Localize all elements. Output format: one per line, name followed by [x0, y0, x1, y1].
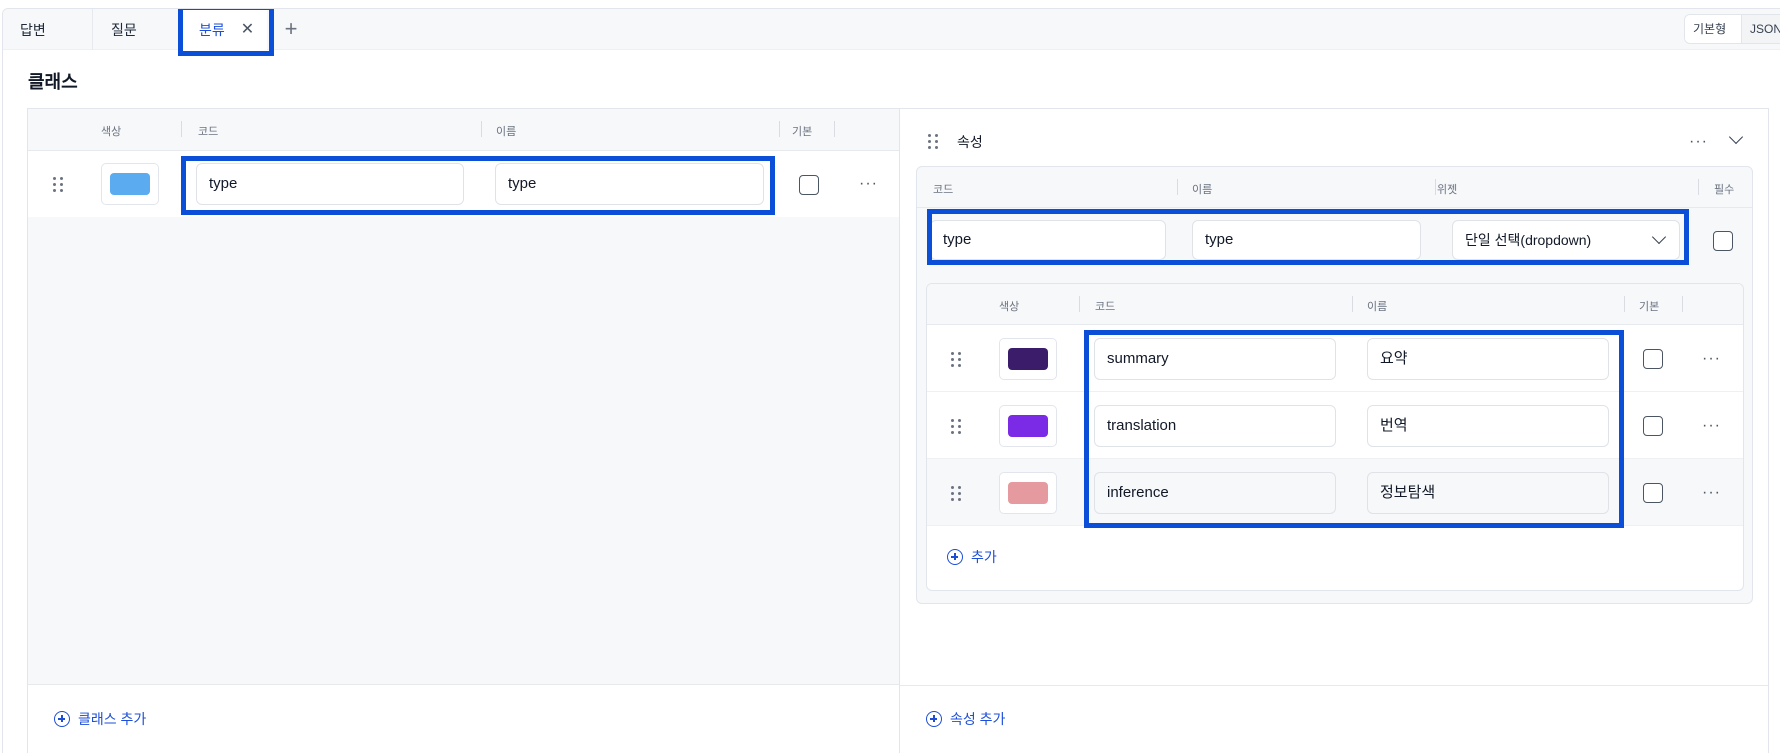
options-table: 색상 코드 이름 기본 summary 요약 ··· translation 번… [926, 283, 1744, 591]
view-option-basic[interactable]: 기본형식 [1685, 15, 1742, 43]
more-icon[interactable]: ··· [1689, 134, 1708, 150]
add-circle-icon [54, 711, 70, 727]
add-tab-icon[interactable]: + [280, 18, 302, 40]
color-picker[interactable] [999, 405, 1057, 447]
column-divider [1682, 296, 1683, 312]
attribute-title: 속성 [957, 134, 983, 150]
class-code-input[interactable]: type [196, 163, 464, 205]
default-checkbox[interactable] [1643, 349, 1663, 369]
add-option-label: 추가 [971, 549, 997, 565]
widget-select-value: 단일 선택(dropdown) [1465, 232, 1592, 248]
more-icon[interactable]: ··· [1702, 418, 1721, 434]
option-name-input[interactable]: 번역 [1367, 405, 1609, 447]
classes-panel: 색상 코드 이름 기본 type type ··· 클래스 추가 [27, 108, 899, 753]
default-checkbox[interactable] [799, 175, 819, 195]
drag-handle-icon[interactable] [53, 177, 63, 192]
column-header-default: 기본 [792, 126, 813, 138]
view-mode-toggle: 기본형식 JSON [1684, 14, 1780, 44]
tab-label: 질문 [111, 21, 137, 38]
add-circle-icon [926, 711, 942, 727]
option-code-input[interactable]: summary [1094, 338, 1336, 380]
option-row: translation 번역 ··· [927, 392, 1743, 459]
column-header-color: 색상 [999, 301, 1020, 313]
column-header-name: 이름 [496, 126, 517, 138]
option-row: inference 정보탐색 ··· [927, 459, 1743, 526]
more-icon[interactable]: ··· [1702, 351, 1721, 367]
color-picker[interactable] [999, 338, 1057, 380]
chevron-down-icon [1651, 229, 1667, 245]
column-header-code: 코드 [198, 126, 219, 138]
classes-table-header: 색상 코드 이름 기본 [28, 109, 899, 151]
tab-classification[interactable]: 분류 ✕ [179, 9, 267, 51]
add-class-label: 클래스 추가 [78, 711, 147, 727]
column-divider [834, 121, 835, 137]
class-name-input[interactable]: type [495, 163, 764, 205]
option-code-input[interactable]: inference [1094, 472, 1336, 514]
column-header-default: 기본 [1639, 301, 1660, 313]
divider [900, 685, 1768, 686]
attribute-card: 코드 이름 위젯 필수 type type 단일 선택(dropdown) 색상… [916, 166, 1753, 604]
option-code-input[interactable]: translation [1094, 405, 1336, 447]
tab-answer[interactable]: 답변 [3, 9, 93, 50]
option-name-input[interactable]: 정보탐색 [1367, 472, 1609, 514]
color-swatch [110, 173, 150, 195]
color-swatch [1008, 482, 1048, 504]
column-header-code: 코드 [933, 184, 954, 196]
column-divider [1624, 296, 1625, 312]
default-checkbox[interactable] [1643, 483, 1663, 503]
add-attribute-button[interactable]: 속성 추가 [926, 709, 1005, 729]
color-swatch [1008, 415, 1048, 437]
options-table-header: 색상 코드 이름 기본 [927, 284, 1743, 325]
more-icon[interactable]: ··· [859, 176, 878, 192]
column-divider [181, 121, 182, 137]
column-divider [1435, 179, 1436, 195]
color-swatch [1008, 348, 1048, 370]
column-header-name: 이름 [1367, 301, 1388, 313]
tab-label: 분류 [199, 22, 225, 38]
column-divider [1177, 179, 1178, 195]
column-divider [1352, 296, 1353, 312]
more-icon[interactable]: ··· [1702, 485, 1721, 501]
tab-question[interactable]: 질문 [94, 9, 179, 50]
attribute-code-input[interactable]: type [930, 220, 1166, 260]
classes-empty-area [28, 217, 899, 685]
drag-handle-icon[interactable] [951, 352, 961, 367]
drag-handle-icon[interactable] [951, 486, 961, 501]
add-circle-icon [947, 549, 963, 565]
column-header-name: 이름 [1192, 184, 1213, 196]
default-checkbox[interactable] [1643, 416, 1663, 436]
drag-handle-icon[interactable] [951, 419, 961, 434]
option-name-input[interactable]: 요약 [1367, 338, 1609, 380]
tab-label: 답변 [20, 21, 46, 38]
page-title: 클래스 [28, 72, 78, 92]
color-picker[interactable] [999, 472, 1057, 514]
column-header-required: 필수 [1714, 184, 1735, 196]
add-class-button[interactable]: 클래스 추가 [54, 709, 146, 729]
drag-handle-icon[interactable] [928, 134, 938, 149]
attributes-panel: 속성 ··· 코드 이름 위젯 필수 type type 단일 선택(dropd… [899, 108, 1769, 753]
add-attribute-label: 속성 추가 [950, 711, 1006, 727]
add-option-button[interactable]: 추가 [947, 547, 997, 567]
attribute-name-input[interactable]: type [1192, 220, 1421, 260]
close-icon[interactable]: ✕ [241, 22, 254, 38]
column-divider [1698, 179, 1699, 195]
required-checkbox[interactable] [1713, 231, 1733, 251]
tab-bar: 답변 질문 분류 ✕ + 기본형식 JSON [3, 9, 1780, 51]
column-header-widget: 위젯 [1437, 184, 1458, 196]
view-option-json[interactable]: JSON [1742, 15, 1780, 43]
class-row: type type ··· [28, 151, 899, 217]
option-row: summary 요약 ··· [927, 325, 1743, 392]
color-picker[interactable] [101, 163, 159, 205]
chevron-down-icon[interactable] [1728, 129, 1744, 145]
column-header-color: 색상 [101, 126, 122, 138]
column-divider [779, 121, 780, 137]
widget-select[interactable]: 단일 선택(dropdown) [1452, 220, 1680, 260]
attribute-table-header: 코드 이름 위젯 필수 [917, 167, 1752, 208]
column-header-code: 코드 [1095, 301, 1116, 313]
column-divider [481, 121, 482, 137]
column-divider [1079, 296, 1080, 312]
